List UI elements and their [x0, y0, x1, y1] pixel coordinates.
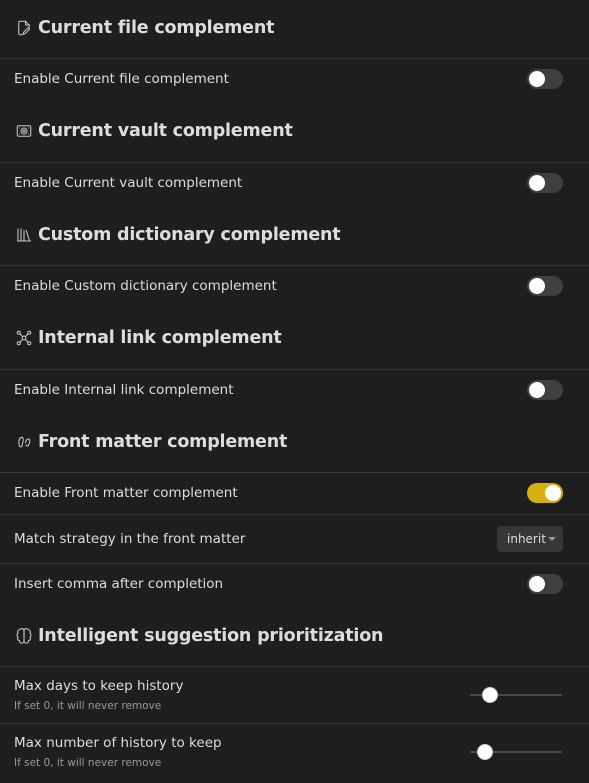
section-heading-front-matter: Front matter complement	[14, 428, 287, 456]
setting-description: If set 0, it will never remove	[14, 700, 162, 712]
toggle-knob	[529, 382, 545, 398]
network-icon	[14, 328, 34, 348]
enable-current-file-complement-toggle[interactable]	[527, 69, 563, 89]
section-title: Intelligent suggestion prioritization	[38, 626, 384, 646]
chevron-down-icon	[548, 537, 556, 541]
toggle-knob	[529, 576, 545, 592]
setting-label: Enable Current vault complement	[14, 175, 243, 191]
setting-label: Max days to keep history	[14, 678, 184, 694]
dropdown-value: inherit	[507, 532, 546, 546]
divider	[0, 666, 589, 667]
divider	[0, 265, 589, 266]
divider	[0, 369, 589, 370]
brain-icon	[14, 626, 34, 646]
section-title: Current file complement	[38, 18, 275, 38]
section-title: Front matter complement	[38, 432, 288, 452]
enable-internal-link-complement-toggle[interactable]	[527, 380, 563, 400]
setting-description: If set 0, it will never remove	[14, 757, 162, 769]
enable-current-vault-complement-toggle[interactable]	[527, 173, 563, 193]
setting-label: Enable Custom dictionary complement	[14, 278, 277, 294]
slider-thumb[interactable]	[477, 744, 493, 760]
match-strategy-dropdown[interactable]: inherit	[497, 526, 563, 552]
max-days-history-slider[interactable]	[470, 687, 562, 703]
file-pen-icon	[14, 18, 34, 38]
toggle-knob	[529, 71, 545, 87]
divider	[0, 514, 589, 515]
setting-label: Match strategy in the front matter	[14, 531, 246, 547]
setting-label: Enable Internal link complement	[14, 382, 234, 398]
setting-label: Max number of history to keep	[14, 735, 222, 751]
section-heading-internal-link: Internal link complement	[14, 324, 282, 352]
setting-label: Enable Front matter complement	[14, 485, 238, 501]
section-heading-current-file: Current file complement	[14, 14, 274, 42]
divider	[0, 563, 589, 564]
slider-thumb[interactable]	[482, 687, 498, 703]
section-title: Custom dictionary complement	[38, 225, 341, 245]
toggle-knob	[545, 485, 561, 501]
divider	[0, 162, 589, 163]
enable-custom-dictionary-complement-toggle[interactable]	[527, 276, 563, 296]
setting-label: Insert comma after completion	[14, 576, 224, 592]
vault-icon	[14, 121, 34, 141]
library-icon	[14, 225, 34, 245]
divider	[0, 58, 589, 59]
section-title: Internal link complement	[38, 328, 282, 348]
setting-label: Enable Current file complement	[14, 71, 229, 87]
footprints-icon	[14, 432, 34, 452]
enable-front-matter-complement-toggle[interactable]	[527, 483, 563, 503]
toggle-knob	[529, 278, 545, 294]
toggle-knob	[529, 175, 545, 191]
section-heading-intelligent-suggestion: Intelligent suggestion prioritization	[14, 622, 383, 650]
divider	[0, 723, 589, 724]
insert-comma-after-completion-toggle[interactable]	[527, 574, 563, 594]
divider	[0, 472, 589, 473]
max-number-history-slider[interactable]	[470, 744, 562, 760]
section-title: Current vault complement	[38, 121, 293, 141]
section-heading-current-vault: Current vault complement	[14, 117, 293, 145]
section-heading-custom-dictionary: Custom dictionary complement	[14, 221, 341, 249]
